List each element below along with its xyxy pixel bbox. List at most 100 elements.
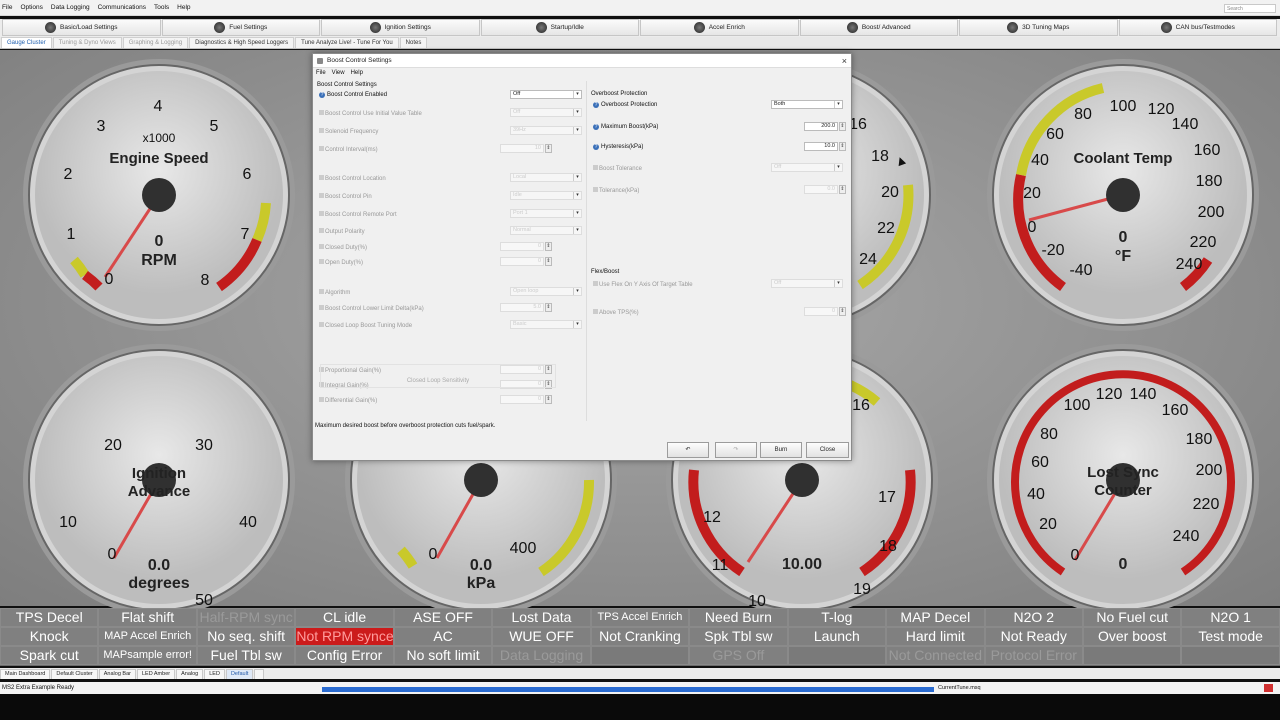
indicator-cell: Data Logging — [492, 646, 591, 665]
toolbar-button-4[interactable]: Accel Enrich — [640, 19, 799, 36]
add-tab-icon[interactable] — [254, 669, 265, 679]
indicator-cell: ASE OFF — [393, 608, 493, 627]
setting-input: 0 — [500, 242, 544, 251]
chevron-down-icon[interactable]: ▾ — [834, 101, 842, 108]
video-bar — [0, 694, 1280, 720]
afr-tick: 11 — [711, 557, 729, 574]
lostsync-tick: 0 — [1070, 547, 1080, 564]
close-button[interactable]: Close — [806, 442, 849, 458]
redo-button[interactable]: ↷ — [715, 442, 757, 458]
dashboard-tab-3[interactable]: LED Amber — [136, 669, 176, 679]
help-icon[interactable] — [319, 289, 324, 294]
menu-item-tools[interactable]: Tools — [154, 4, 169, 11]
help-icon[interactable] — [319, 128, 324, 133]
spinner-icon[interactable]: ⇕ — [839, 142, 846, 151]
help-icon[interactable] — [593, 309, 598, 314]
tab-3[interactable]: Diagnostics & High Speed Loggers — [189, 37, 295, 48]
dialog-titlebar[interactable]: Boost Control Settings × — [313, 54, 851, 68]
menu-item-help[interactable]: Help — [177, 4, 190, 11]
rpm-tick: 7 — [240, 226, 250, 243]
coolant-tick: 140 — [1171, 116, 1199, 133]
setting-select[interactable]: Off ▾ — [510, 90, 582, 99]
burn-button[interactable]: Burn — [760, 442, 802, 458]
setting-select: Off ▾ — [771, 163, 843, 172]
help-icon[interactable] — [319, 244, 324, 249]
help-icon[interactable] — [593, 281, 598, 286]
undo-button[interactable]: ↶ — [667, 442, 709, 458]
overboost-section-title: Overboost Protection — [591, 91, 648, 97]
closed-loop-sensitivity-slider[interactable]: Closed Loop Sensitivity — [320, 364, 556, 388]
rpm-title: Engine Speed — [109, 150, 209, 167]
rpm-multiplier: x1000 — [142, 131, 176, 145]
help-icon[interactable]: ? — [593, 124, 599, 130]
close-icon[interactable]: × — [842, 54, 847, 68]
help-icon[interactable] — [319, 305, 324, 310]
spinner-icon: ⇕ — [545, 257, 552, 266]
tab-4[interactable]: Tune Analyze Live! - Tune For You — [295, 37, 399, 48]
help-icon[interactable] — [319, 228, 324, 233]
lostsync-tick: 20 — [1039, 516, 1057, 533]
menu-item-communications[interactable]: Communications — [98, 4, 146, 11]
menu-item-data-logging[interactable]: Data Logging — [51, 4, 90, 11]
toolbar-button-0[interactable]: Basic/Load Settings — [2, 19, 161, 36]
ignition-unit: degrees — [128, 575, 190, 592]
toolbar-button-3[interactable]: Startup/Idle — [480, 19, 639, 36]
main-toolbar: Basic/Load Settings Fuel Settings Ignition… — [0, 19, 1280, 37]
help-icon[interactable] — [319, 193, 324, 198]
coolant-tick: 160 — [1193, 142, 1221, 159]
indicator-cell: Spark cut — [0, 646, 99, 665]
lostsync-tick: 200 — [1195, 462, 1223, 479]
indicator-cell: MAP Decel — [886, 608, 985, 627]
help-icon[interactable] — [319, 175, 324, 180]
partial-top-tick: 18 — [871, 148, 889, 165]
setting-label-text: Closed Loop Boost Tuning Mode — [325, 323, 413, 329]
tab-5[interactable]: Notes — [399, 37, 428, 48]
chevron-down-icon[interactable]: ▾ — [573, 91, 581, 98]
dashboard-tab-6[interactable]: Default — [225, 669, 254, 679]
dialog-menu-view[interactable]: View — [332, 68, 345, 78]
indicator-cell: Fuel Tbl sw — [196, 646, 296, 665]
dashboard-tab-1[interactable]: Default Cluster — [51, 669, 98, 679]
help-icon[interactable]: ? — [319, 92, 325, 98]
dashboard-tab-4[interactable]: Analog — [176, 669, 204, 679]
tab-0[interactable]: Gauge Cluster — [1, 37, 52, 48]
setting-input[interactable]: 200.0 — [804, 122, 838, 131]
dashboard-tab-5[interactable]: LED — [204, 669, 225, 679]
help-icon[interactable] — [319, 397, 324, 402]
dashboard-tab-2[interactable]: Analog Bar — [98, 669, 136, 679]
toolbar-button-6[interactable]: 3D Tuning Maps — [959, 19, 1118, 36]
tab-1[interactable]: Tuning & Dyno Views — [52, 37, 122, 48]
spinner-icon[interactable]: ⇕ — [839, 122, 846, 131]
help-icon[interactable] — [319, 211, 324, 216]
afr-tick: 19 — [853, 581, 871, 598]
help-icon[interactable] — [593, 187, 598, 192]
toolbar-button-2[interactable]: Ignition Settings — [321, 19, 480, 36]
ignition-tick: 10 — [59, 514, 77, 531]
afr-tick: 12 — [703, 509, 721, 526]
help-icon[interactable]: ? — [593, 102, 599, 108]
tab-2[interactable]: Graphing & Logging — [122, 37, 189, 48]
toolbar-label: Startup/Idle — [550, 24, 584, 31]
help-icon[interactable] — [319, 110, 324, 115]
help-icon[interactable] — [593, 165, 598, 170]
dialog-menu-file[interactable]: File — [316, 68, 326, 78]
toolbar-button-7[interactable]: CAN bus/Testmodes — [1118, 19, 1277, 36]
toolbar-button-1[interactable]: Fuel Settings — [161, 19, 320, 36]
dashboard-tab-0[interactable]: Main Dashboard — [0, 669, 51, 679]
setting-input[interactable]: 10.0 — [804, 142, 838, 151]
help-icon[interactable] — [319, 322, 324, 327]
toolbar-button-5[interactable]: Boost/ Advanced — [799, 19, 958, 36]
menu-item-file[interactable]: File — [2, 4, 12, 11]
menu-item-options[interactable]: Options — [20, 4, 42, 11]
coolant-tick: 120 — [1147, 101, 1175, 118]
help-icon[interactable] — [319, 259, 324, 264]
dialog-menu-help[interactable]: Help — [351, 68, 363, 78]
help-icon[interactable]: ? — [593, 144, 599, 150]
indicator-cell: CL idle — [295, 608, 394, 627]
toolbar-label: Ignition Settings — [384, 24, 431, 31]
toolbar-icon — [214, 22, 226, 33]
chevron-down-icon: ▾ — [573, 174, 581, 181]
setting-select[interactable]: Both ▾ — [771, 100, 843, 109]
error-indicator-icon[interactable] — [1264, 684, 1273, 692]
help-icon[interactable] — [319, 146, 324, 151]
